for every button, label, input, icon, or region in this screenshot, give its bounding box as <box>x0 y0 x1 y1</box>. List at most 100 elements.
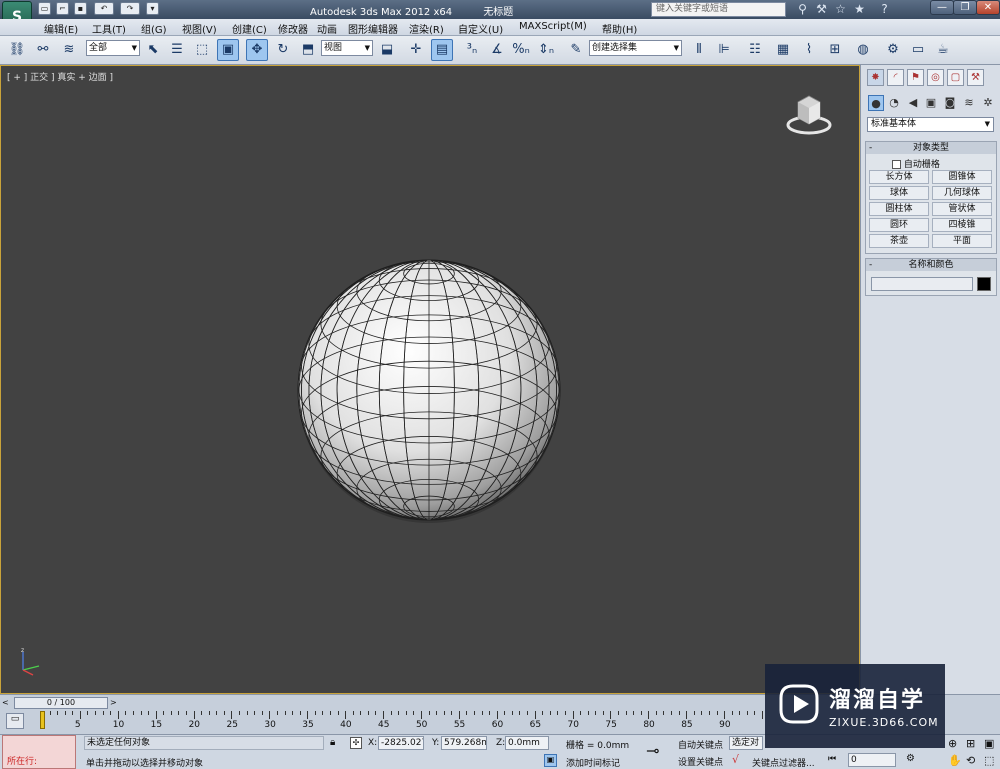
menu-view[interactable]: 视图(V) <box>182 21 217 36</box>
select-object-icon[interactable]: ⬉ <box>142 39 164 61</box>
close-button[interactable]: ✕ <box>976 0 1000 15</box>
pan-icon[interactable]: ✋ <box>948 754 962 767</box>
select-by-name-icon[interactable]: ☰ <box>166 39 188 61</box>
search-input[interactable]: 键入关键字或短语 <box>651 2 786 17</box>
star-favorite-icon[interactable]: ★ <box>852 2 867 17</box>
object-name-field[interactable] <box>871 277 973 291</box>
viewcube[interactable] <box>786 92 832 136</box>
new-icon[interactable]: ▭ <box>38 2 51 15</box>
help-icon[interactable]: ? <box>877 2 892 17</box>
category-dropdown[interactable]: 标准基本体 <box>867 117 994 132</box>
zoom-icon[interactable]: ⊕ <box>948 737 957 750</box>
goto-start-icon[interactable]: ⏮ <box>828 754 836 764</box>
minimize-button[interactable]: — <box>930 0 954 15</box>
sphere-button[interactable]: 球体 <box>869 186 929 200</box>
menu-animation[interactable]: 动画 <box>317 21 337 36</box>
star-icon[interactable]: ☆ <box>833 2 848 17</box>
name-color-header[interactable]: - 名称和颜色 <box>866 259 996 271</box>
reference-coord-dropdown[interactable]: 视图 <box>321 40 373 56</box>
material-editor-icon[interactable]: ◍ <box>852 39 874 61</box>
lock-icon[interactable]: 🔒︎ <box>330 737 335 748</box>
geometry-icon[interactable]: ● <box>868 95 884 111</box>
y-coord-field[interactable]: 579.268mm <box>441 736 487 750</box>
plane-button[interactable]: 平面 <box>932 234 992 248</box>
menu-customize[interactable]: 自定义(U) <box>458 21 503 36</box>
tube-button[interactable]: 管状体 <box>932 202 992 216</box>
maximize-viewport-icon[interactable]: ⬚ <box>984 754 994 767</box>
spacewarps-icon[interactable]: ≋ <box>961 95 977 111</box>
key-icon[interactable]: ⊸ <box>646 741 659 760</box>
binoculars-icon[interactable]: ⚲ <box>795 2 810 17</box>
time-config-icon[interactable]: ⚙ <box>906 753 915 764</box>
rectangular-selection-icon[interactable]: ⬚ <box>191 39 213 61</box>
absolute-mode-icon[interactable]: ✣ <box>350 737 362 749</box>
mini-curve-editor-icon[interactable]: ▭ <box>6 713 24 729</box>
menu-graph-editors[interactable]: 图形编辑器 <box>348 21 398 36</box>
manipulate-icon[interactable]: ✛ <box>405 39 427 61</box>
cone-button[interactable]: 圆锥体 <box>932 170 992 184</box>
object-type-header[interactable]: - 对象类型 <box>866 142 996 154</box>
menu-maxscript[interactable]: MAXScript(M) <box>519 21 587 32</box>
current-frame-marker[interactable] <box>40 711 45 729</box>
render-production-icon[interactable]: ☕ <box>932 39 954 61</box>
auto-key-button[interactable]: 自动关键点 <box>678 738 723 751</box>
box-button[interactable]: 长方体 <box>869 170 929 184</box>
mirror-icon[interactable]: ⫴ <box>688 39 710 61</box>
named-selection-dropdown[interactable]: 创建选择集 <box>589 40 682 56</box>
edit-named-selection-icon[interactable]: ✎ <box>565 39 587 61</box>
menu-help[interactable]: 帮助(H) <box>602 21 637 36</box>
prev-frame-arrow-icon[interactable]: < <box>2 697 12 709</box>
next-frame-arrow-icon[interactable]: > <box>110 697 120 709</box>
selection-filter-dropdown[interactable]: 全部 <box>86 40 140 56</box>
time-slider[interactable]: 0 / 100 <box>14 697 108 709</box>
autogrid-checkbox[interactable]: 自动栅格 <box>892 157 940 170</box>
object-color-swatch[interactable] <box>977 277 991 291</box>
create-tab-icon[interactable]: ✸ <box>867 69 884 86</box>
link-icon[interactable]: ⛓ <box>6 39 28 61</box>
display-tab-icon[interactable]: ▢ <box>947 69 964 86</box>
menu-tools[interactable]: 工具(T) <box>92 21 126 36</box>
key-filters-button[interactable]: 关键点过滤器... <box>752 756 815 769</box>
schematic-view-icon[interactable]: ⊞ <box>824 39 846 61</box>
x-coord-field[interactable]: -2825.027 <box>378 736 424 750</box>
hierarchy-tab-icon[interactable]: ⚑ <box>907 69 924 86</box>
menu-group[interactable]: 组(G) <box>141 21 167 36</box>
orbit-icon[interactable]: ⟲ <box>966 754 975 767</box>
systems-icon[interactable]: ✲ <box>980 95 996 111</box>
menu-modifiers[interactable]: 修改器 <box>278 21 308 36</box>
viewport-label[interactable]: [ + ] 正交 ] 真实 + 边面 ] <box>7 70 113 83</box>
current-frame-field[interactable]: 0 <box>848 753 896 767</box>
angle-snap-icon[interactable]: ∡ <box>486 39 508 61</box>
pyramid-button[interactable]: 四棱锥 <box>932 218 992 232</box>
teapot-button[interactable]: 茶壶 <box>869 234 929 248</box>
unlink-icon[interactable]: ⚯ <box>32 39 54 61</box>
graphite-ribbon-icon[interactable]: ▦ <box>772 39 794 61</box>
add-time-tag[interactable]: 添加时间标记 <box>566 756 620 769</box>
restore-button[interactable]: ❐ <box>953 0 977 15</box>
geosphere-button[interactable]: 几何球体 <box>932 186 992 200</box>
layer-manager-icon[interactable]: ☷ <box>744 39 766 61</box>
pivot-center-icon[interactable]: ⬓ <box>376 39 398 61</box>
helpers-icon[interactable]: ◙ <box>942 95 958 111</box>
wrench-icon[interactable]: ⚒ <box>814 2 829 17</box>
motion-tab-icon[interactable]: ◎ <box>927 69 944 86</box>
open-icon[interactable]: ⌐ <box>56 2 69 15</box>
render-setup-icon[interactable]: ⚙ <box>882 39 904 61</box>
redo-icon[interactable]: ↷ <box>120 2 140 15</box>
perspective-viewport[interactable]: [ + ] 正交 ] 真实 + 边面 ] z <box>0 65 860 694</box>
undo-icon[interactable]: ↶ <box>94 2 114 15</box>
time-ruler[interactable]: 5 10 15 20 25 30 35 40 45 50 55 60 65 70 75 80 85 90 <box>40 711 763 733</box>
cylinder-button[interactable]: 圆柱体 <box>869 202 929 216</box>
utilities-tab-icon[interactable]: ⚒ <box>967 69 984 86</box>
rendered-frame-window-icon[interactable]: ▭ <box>907 39 929 61</box>
time-tag-icon[interactable]: ▣ <box>544 754 557 767</box>
sphere-object[interactable] <box>293 256 565 528</box>
menu-edit[interactable]: 编辑(E) <box>44 21 78 36</box>
selected-dropdown[interactable]: 选定对象 <box>729 736 763 750</box>
zoom-all-icon[interactable]: ⊞ <box>966 737 975 750</box>
select-and-move-icon[interactable]: ✥ <box>246 39 268 61</box>
window-crossing-icon[interactable]: ▣ <box>217 39 239 61</box>
percent-snap-icon[interactable]: %ₙ <box>510 39 532 61</box>
cameras-icon[interactable]: ▣ <box>923 95 939 111</box>
modify-tab-icon[interactable]: ◜ <box>887 69 904 86</box>
